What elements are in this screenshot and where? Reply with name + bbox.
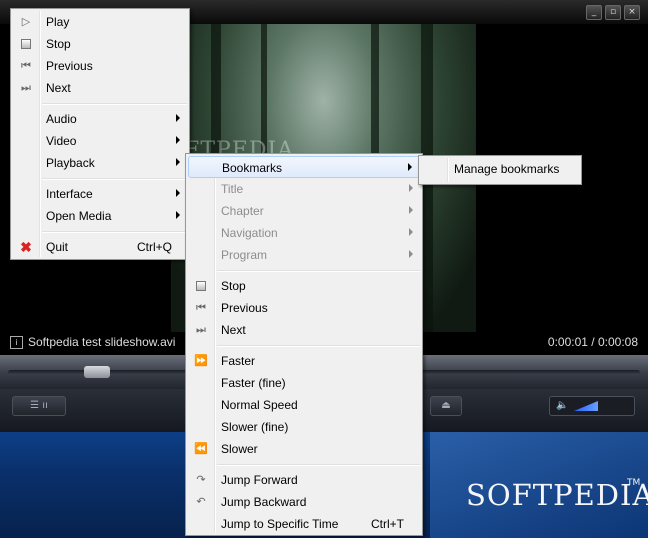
submenu-arrow-icon (409, 250, 413, 258)
menu-item-playback[interactable]: Playback (13, 152, 187, 174)
info-icon[interactable]: i (10, 336, 23, 350)
time-display: 0:00:01 / 0:00:08 (547, 335, 638, 349)
menu-item-jump-to-time[interactable]: Jump to Specific Time Ctrl+T (188, 513, 420, 535)
file-name-label: i Softpedia test slideshow.avi (10, 335, 176, 350)
stop-icon (18, 36, 34, 52)
playback-submenu: Bookmarks Title Chapter Navigation Progr… (185, 153, 423, 536)
bookmarks-submenu: Manage bookmarks (418, 155, 582, 185)
volume-slider[interactable]: 🔈 (549, 396, 635, 416)
menu-item-previous[interactable]: ⏮ Previous (13, 55, 187, 77)
menu-item-stop[interactable]: Stop (13, 33, 187, 55)
play-icon: ▷ (21, 16, 31, 28)
stop-icon (193, 278, 209, 294)
playlist-button[interactable]: ☰ ıı (12, 396, 66, 416)
submenu-arrow-icon (176, 114, 180, 122)
minimize-icon[interactable]: _ (586, 5, 602, 20)
speaker-icon: 🔈 (556, 400, 569, 411)
jump-forward-icon: ↷ (196, 474, 206, 486)
submenu-arrow-icon (409, 228, 413, 236)
softpedia-logo: SOFTPEDIA (466, 478, 648, 512)
faster-icon: ⏩ (194, 355, 208, 367)
jump-backward-icon: ↶ (196, 496, 206, 508)
menu-item-faster[interactable]: ⏩ Faster (188, 350, 420, 372)
file-name-text: Softpedia test slideshow.avi (28, 335, 176, 349)
menu-item-jump-forward[interactable]: ↷ Jump Forward (188, 469, 420, 491)
menu-item-slower-fine[interactable]: Slower (fine) (188, 416, 420, 438)
submenu-arrow-icon (176, 211, 180, 219)
jump-to-time-shortcut: Ctrl+T (371, 517, 404, 531)
menu-item-video[interactable]: Video (13, 130, 187, 152)
close-icon[interactable]: × (624, 5, 640, 20)
submenu-arrow-icon (176, 136, 180, 144)
slower-icon: ⏪ (194, 443, 208, 455)
seek-handle[interactable] (84, 366, 110, 378)
previous-icon: ⏮ (196, 302, 206, 314)
menu-item-normal-speed[interactable]: Normal Speed (188, 394, 420, 416)
submenu-arrow-icon (409, 184, 413, 192)
menu-item-next[interactable]: ⏭ Next (188, 319, 420, 341)
menu-item-stop[interactable]: Stop (188, 275, 420, 297)
restore-icon[interactable]: ▫ (605, 5, 621, 20)
menu-item-bookmarks[interactable]: Bookmarks (188, 156, 420, 178)
next-icon: ⏭ (196, 324, 206, 336)
menu-item-play[interactable]: ▷ Play (13, 11, 187, 33)
menu-item-previous[interactable]: ⏮ Previous (188, 297, 420, 319)
menu-item-interface[interactable]: Interface (13, 183, 187, 205)
volume-level (574, 401, 598, 411)
menu-item-audio[interactable]: Audio (13, 108, 187, 130)
menu-item-slower[interactable]: ⏪ Slower (188, 438, 420, 460)
menu-item-quit[interactable]: ✖ Quit Ctrl+Q (13, 236, 187, 258)
menu-item-open-media[interactable]: Open Media (13, 205, 187, 227)
menu-item-program[interactable]: Program (188, 244, 420, 266)
menu-item-navigation[interactable]: Navigation (188, 222, 420, 244)
menu-item-jump-backward[interactable]: ↶ Jump Backward (188, 491, 420, 513)
main-context-menu: ▷ Play Stop ⏮ Previous ⏭ Next Audio Video P… (10, 8, 190, 260)
menu-item-chapter[interactable]: Chapter (188, 200, 420, 222)
menu-item-title[interactable]: Title (188, 178, 420, 200)
quit-icon: ✖ (20, 239, 32, 255)
menu-item-faster-fine[interactable]: Faster (fine) (188, 372, 420, 394)
trademark-sign: TM (627, 478, 641, 488)
eject-button[interactable]: ⏏ (430, 396, 462, 416)
previous-icon: ⏮ (21, 60, 31, 72)
menu-item-next[interactable]: ⏭ Next (13, 77, 187, 99)
quit-shortcut: Ctrl+Q (137, 240, 173, 254)
submenu-arrow-icon (176, 158, 180, 166)
submenu-arrow-icon (409, 206, 413, 214)
next-icon: ⏭ (21, 82, 31, 94)
submenu-arrow-icon (176, 189, 180, 197)
submenu-arrow-icon (408, 163, 412, 171)
menu-item-manage-bookmarks[interactable]: Manage bookmarks (421, 158, 579, 180)
